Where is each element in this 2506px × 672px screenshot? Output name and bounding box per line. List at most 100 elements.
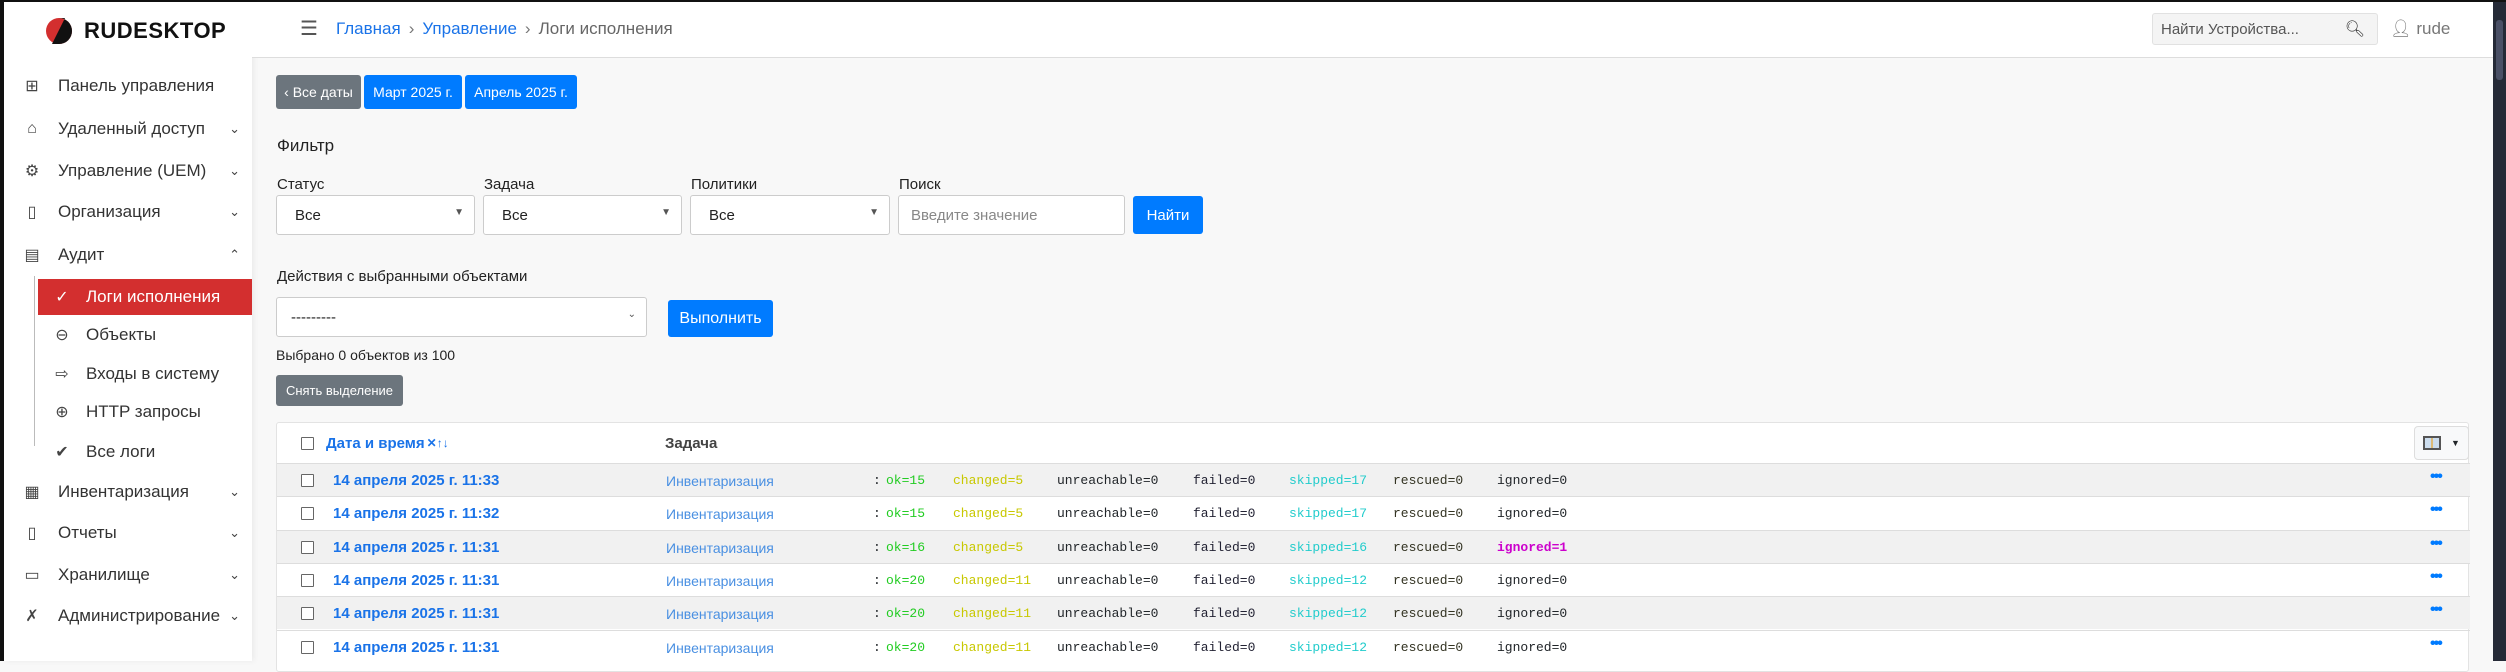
row-colon: : bbox=[873, 506, 881, 522]
row-skipped: skipped=12 bbox=[1289, 572, 1368, 588]
device-search-input[interactable]: Найти Устройства... 🔍︎ bbox=[2152, 13, 2378, 45]
sidebar-item-globe[interactable]: ⊕ HTTP запросы bbox=[38, 394, 252, 430]
row-task-link[interactable]: Инвентаризация bbox=[666, 540, 774, 556]
clear-selection-button[interactable]: Снять выделение bbox=[276, 375, 403, 406]
sidebar-item-check-circle[interactable]: ✓ Логи исполнения bbox=[38, 279, 252, 315]
all-dates-button[interactable]: ‹ Все даты bbox=[276, 75, 361, 109]
sidebar-item-list[interactable]: ▤ Аудит ⌃ bbox=[4, 237, 252, 273]
row-date-link[interactable]: 14 апреля 2025 г. 11:31 bbox=[333, 539, 499, 556]
sidebar-item-login[interactable]: ⇨ Входы в систему bbox=[38, 356, 252, 392]
breadcrumb-management[interactable]: Управление bbox=[422, 19, 517, 39]
row-checkbox[interactable] bbox=[301, 607, 314, 621]
breadcrumb-separator: › bbox=[524, 19, 531, 38]
sort-icon[interactable]: ✕↑↓ bbox=[427, 436, 449, 450]
scrollbar-thumb[interactable] bbox=[2496, 20, 2503, 80]
sidebar-item-gears[interactable]: ⚙ Управление (UEM) ⌄ bbox=[4, 153, 252, 189]
bulk-action-select[interactable]: --------- ⌄ bbox=[276, 297, 647, 337]
search-field-placeholder: Введите значение bbox=[911, 207, 1038, 224]
row-task-link[interactable]: Инвентаризация bbox=[666, 640, 774, 656]
breadcrumb-separator: › bbox=[408, 19, 415, 38]
row-checkbox[interactable] bbox=[301, 540, 314, 554]
breadcrumb-home[interactable]: Главная bbox=[336, 19, 401, 39]
sidebar-item-remote-home[interactable]: ⌂ Удаленный доступ ⌄ bbox=[4, 111, 252, 147]
policy-select[interactable]: Все ▼ bbox=[690, 195, 890, 235]
march-2025-button[interactable]: Март 2025 г. bbox=[364, 75, 462, 109]
logo[interactable]: RUDESKTOP bbox=[44, 16, 226, 46]
search-icon[interactable]: 🔍︎ bbox=[2345, 19, 2365, 39]
row-checkbox[interactable] bbox=[301, 573, 314, 587]
more-options-icon[interactable]: ••• bbox=[2430, 535, 2443, 553]
column-date-header[interactable]: Дата и время ✕↑↓ bbox=[326, 423, 449, 463]
user-menu[interactable]: 👤︎ rude bbox=[2390, 19, 2450, 39]
sidebar-item-folder[interactable]: ▭ Хранилище ⌄ bbox=[4, 557, 252, 593]
logo-icon bbox=[46, 18, 72, 44]
row-checkbox[interactable] bbox=[301, 507, 314, 521]
task-select[interactable]: Все ▼ bbox=[483, 195, 682, 235]
caret-down-icon: ▼ bbox=[869, 207, 879, 218]
row-ok: ok=15 bbox=[886, 506, 926, 522]
row-unreachable: unreachable=0 bbox=[1057, 539, 1159, 555]
row-ok: ok=20 bbox=[886, 572, 926, 588]
chevron-icon: ⌄ bbox=[229, 163, 240, 178]
building-icon: ▯ bbox=[27, 204, 37, 221]
bulk-actions-label: Действия с выбранными объектами bbox=[277, 268, 528, 285]
more-options-icon[interactable]: ••• bbox=[2430, 468, 2443, 486]
sidebar-item-label: Панель управления bbox=[58, 76, 215, 95]
run-button[interactable]: Выполнить bbox=[668, 300, 773, 337]
sidebar-item-label: Отчеты bbox=[58, 523, 117, 542]
sidebar-item-objects[interactable]: ⊖ Объекты bbox=[38, 317, 252, 353]
row-ignored: ignored=0 bbox=[1497, 473, 1568, 488]
more-options-icon[interactable]: ••• bbox=[2430, 601, 2443, 619]
row-skipped: skipped=17 bbox=[1289, 473, 1368, 488]
row-task-link[interactable]: Инвентаризация bbox=[666, 473, 774, 489]
search-field[interactable]: Введите значение bbox=[898, 195, 1125, 235]
header: ☰ Главная › Управление › Логи исполнения… bbox=[252, 2, 2493, 58]
row-date-link[interactable]: 14 апреля 2025 г. 11:31 bbox=[333, 572, 499, 589]
select-all-checkbox[interactable] bbox=[301, 423, 314, 463]
more-options-icon[interactable]: ••• bbox=[2430, 635, 2443, 653]
row-date-link[interactable]: 14 апреля 2025 г. 11:31 bbox=[333, 639, 499, 656]
more-options-icon[interactable]: ••• bbox=[2430, 501, 2443, 519]
sidebar-item-double-check[interactable]: ✔ Все логи bbox=[38, 434, 252, 470]
folder-icon: ▭ bbox=[24, 567, 40, 584]
row-rescued: rescued=0 bbox=[1393, 539, 1464, 555]
search-placeholder: Найти Устройства... bbox=[2161, 21, 2299, 38]
row-checkbox[interactable] bbox=[301, 474, 314, 487]
row-task-link[interactable]: Инвентаризация bbox=[666, 506, 774, 522]
april-2025-button[interactable]: Апрель 2025 г. bbox=[465, 75, 577, 109]
row-date-link[interactable]: 14 апреля 2025 г. 11:33 bbox=[333, 472, 499, 489]
policy-value: Все bbox=[709, 207, 735, 224]
sidebar-item-building[interactable]: ▯ Организация ⌄ bbox=[4, 194, 252, 230]
chevron-icon: ⌄ bbox=[229, 121, 240, 136]
row-skipped: skipped=17 bbox=[1289, 506, 1368, 522]
policy-label: Политики bbox=[691, 176, 758, 193]
status-select[interactable]: Все ▼ bbox=[276, 195, 475, 235]
bulk-action-value: --------- bbox=[291, 309, 336, 326]
sidebar-item-report[interactable]: ▯ Отчеты ⌄ bbox=[4, 515, 252, 551]
scrollbar[interactable] bbox=[2493, 2, 2506, 661]
row-rescued: rescued=0 bbox=[1393, 606, 1464, 622]
menu-toggle-icon[interactable]: ☰ bbox=[300, 16, 318, 41]
column-toggle-button[interactable]: ▼ bbox=[2414, 426, 2469, 460]
row-failed: failed=0 bbox=[1193, 473, 1256, 488]
row-ok: ok=20 bbox=[886, 606, 926, 622]
table-row: 14 апреля 2025 г. 11:31 Инвентаризация :… bbox=[277, 562, 2470, 596]
row-task-link[interactable]: Инвентаризация bbox=[666, 573, 774, 589]
more-options-icon[interactable]: ••• bbox=[2430, 568, 2443, 586]
table-row: 14 апреля 2025 г. 11:31 Инвентаризация :… bbox=[277, 529, 2470, 563]
sidebar-item-inventory[interactable]: ▦ Инвентаризация ⌄ bbox=[4, 474, 252, 510]
chevron-icon: ⌄ bbox=[229, 567, 240, 582]
sidebar-item-label: Организация bbox=[58, 202, 161, 221]
objects-icon: ⊖ bbox=[55, 327, 69, 344]
row-checkbox[interactable] bbox=[301, 640, 314, 654]
sidebar-item-tools[interactable]: ✗ Администрирование ⌄ bbox=[4, 598, 252, 634]
row-date-link[interactable]: 14 апреля 2025 г. 11:32 bbox=[333, 505, 499, 522]
find-button[interactable]: Найти bbox=[1133, 196, 1203, 234]
task-value: Все bbox=[502, 207, 528, 224]
row-date-link[interactable]: 14 апреля 2025 г. 11:31 bbox=[333, 605, 499, 622]
caret-down-icon: ▼ bbox=[2451, 438, 2460, 448]
sidebar-item-grid[interactable]: ⊞ Панель управления bbox=[4, 68, 252, 104]
row-failed: failed=0 bbox=[1193, 606, 1256, 622]
row-task-link[interactable]: Инвентаризация bbox=[666, 606, 774, 622]
row-failed: failed=0 bbox=[1193, 639, 1256, 655]
